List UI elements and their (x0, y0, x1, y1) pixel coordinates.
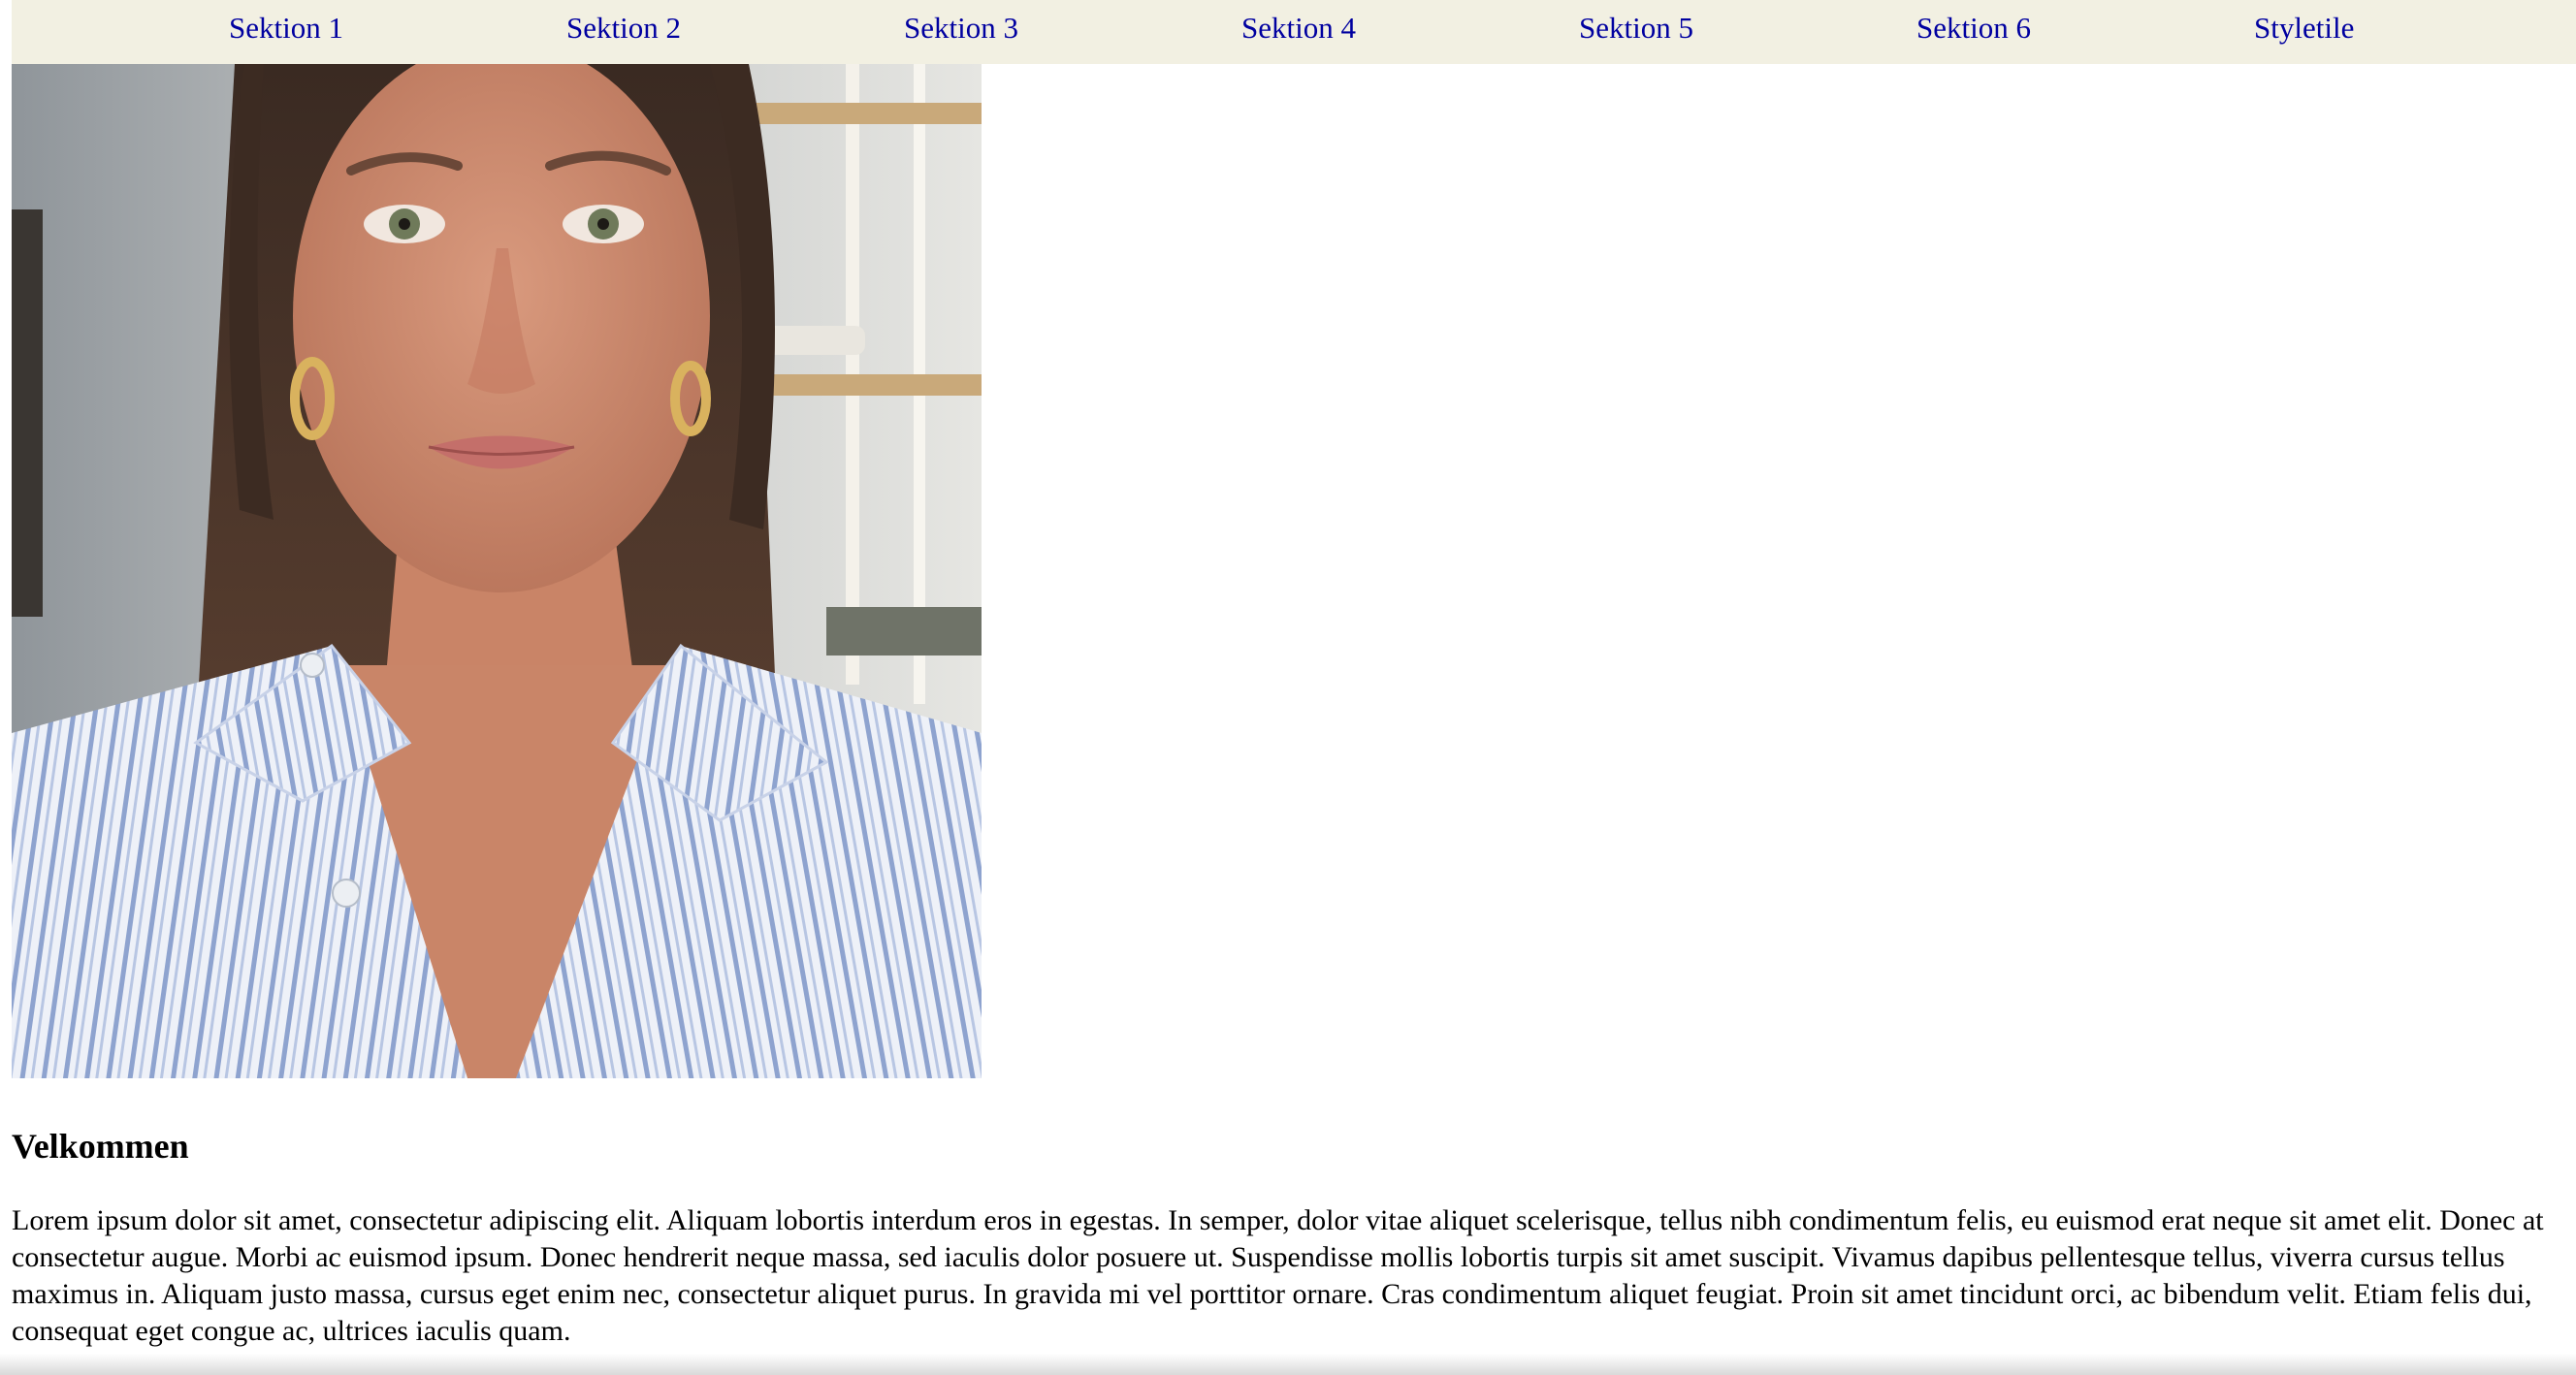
nav-link-sektion-6[interactable]: Sektion 6 (1916, 0, 2031, 56)
intro-paragraph: Lorem ipsum dolor sit amet, consectetur … (12, 1204, 2544, 1347)
nav-link-sektion-1[interactable]: Sektion 1 (229, 0, 343, 56)
page-heading: Velkommen (12, 1127, 189, 1166)
nav-link-sektion-5[interactable]: Sektion 5 (1579, 0, 1693, 56)
nav-link-sektion-2[interactable]: Sektion 2 (566, 0, 681, 56)
top-navigation: Sektion 1 Sektion 2 Sektion 3 Sektion 4 … (12, 0, 2576, 64)
portrait-photo (12, 64, 982, 1078)
nav-link-styletile[interactable]: Styletile (2254, 0, 2354, 56)
nav-link-sektion-4[interactable]: Sektion 4 (1241, 0, 1356, 56)
bottom-fade (0, 1354, 2576, 1375)
page: Sektion 1 Sektion 2 Sektion 3 Sektion 4 … (0, 0, 2576, 1375)
nav-link-sektion-3[interactable]: Sektion 3 (904, 0, 1018, 56)
